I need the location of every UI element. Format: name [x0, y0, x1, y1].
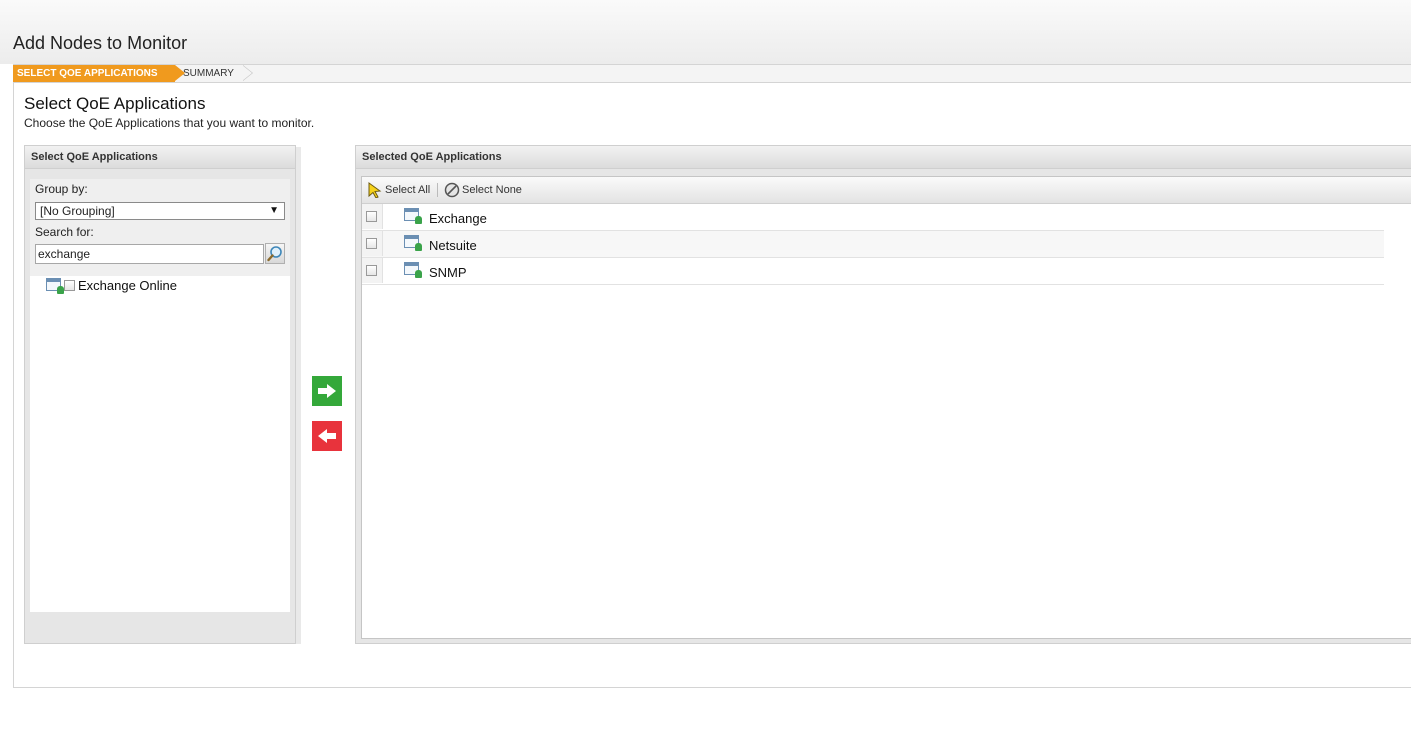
toolbar-divider [437, 183, 438, 197]
item-checkbox[interactable] [366, 238, 377, 249]
section-title: Select QoE Applications [24, 94, 206, 113]
page-header: Add Nodes to Monitor [0, 0, 1411, 64]
list-item[interactable]: SNMP [362, 258, 1384, 285]
select-none-icon [444, 182, 460, 198]
app-server-icon [404, 208, 422, 224]
select-all-label: Select All [385, 184, 431, 196]
selected-panel-body: Select All Select None Exchange Netsuite [361, 176, 1411, 639]
arrow-left-icon [318, 429, 336, 443]
group-by-value: [No Grouping] [40, 204, 115, 218]
step-select-qoe-applications[interactable]: SELECT QOE APPLICATIONS [13, 65, 175, 82]
available-panel-body: Group by: [No Grouping] ▼ Search for: Ex… [30, 179, 290, 612]
step-summary[interactable]: SUMMARY [183, 65, 234, 82]
remove-selected-button[interactable] [312, 421, 342, 451]
wizard-steps: SELECT QOE APPLICATIONS SUMMARY [13, 64, 1411, 83]
available-panel-header: Select QoE Applications [25, 146, 295, 169]
cursor-icon [368, 182, 382, 198]
list-item-label: SNMP [429, 265, 467, 280]
list-item-label: Exchange [429, 211, 487, 226]
page-title: Add Nodes to Monitor [13, 33, 188, 53]
list-item-label: Exchange Online [78, 278, 178, 293]
select-none-label: Select None [462, 184, 522, 196]
item-checkbox[interactable] [64, 280, 75, 291]
list-item[interactable]: Netsuite [362, 231, 1384, 258]
selected-panel-header: Selected QoE Applications [356, 146, 1411, 169]
app-server-icon [404, 262, 422, 278]
filter-area: Group by: [No Grouping] ▼ Search for: [30, 179, 290, 276]
selection-toolbar: Select All Select None [362, 177, 1411, 204]
dropdown-caret-icon: ▼ [269, 205, 279, 216]
selected-applications-panel: Selected QoE Applications Select All Sel… [355, 145, 1411, 644]
search-button[interactable] [265, 243, 285, 264]
search-input[interactable] [35, 244, 264, 264]
group-by-select[interactable]: [No Grouping] ▼ [35, 202, 285, 220]
list-item-label: Netsuite [429, 238, 477, 253]
add-selected-button[interactable] [312, 376, 342, 406]
section-description: Choose the QoE Applications that you wan… [24, 116, 315, 130]
group-by-label: Group by: [35, 182, 88, 196]
arrow-right-icon [318, 384, 336, 398]
app-server-icon [404, 235, 422, 251]
item-checkbox[interactable] [366, 211, 377, 222]
item-checkbox[interactable] [366, 265, 377, 276]
selected-applications-list: Exchange Netsuite SNMP [362, 204, 1384, 285]
app-server-icon [46, 278, 64, 294]
search-icon [267, 246, 282, 262]
available-applications-panel: Select QoE Applications Group by: [No Gr… [24, 145, 296, 644]
search-label: Search for: [35, 225, 94, 239]
list-item[interactable]: Exchange [362, 204, 1384, 231]
